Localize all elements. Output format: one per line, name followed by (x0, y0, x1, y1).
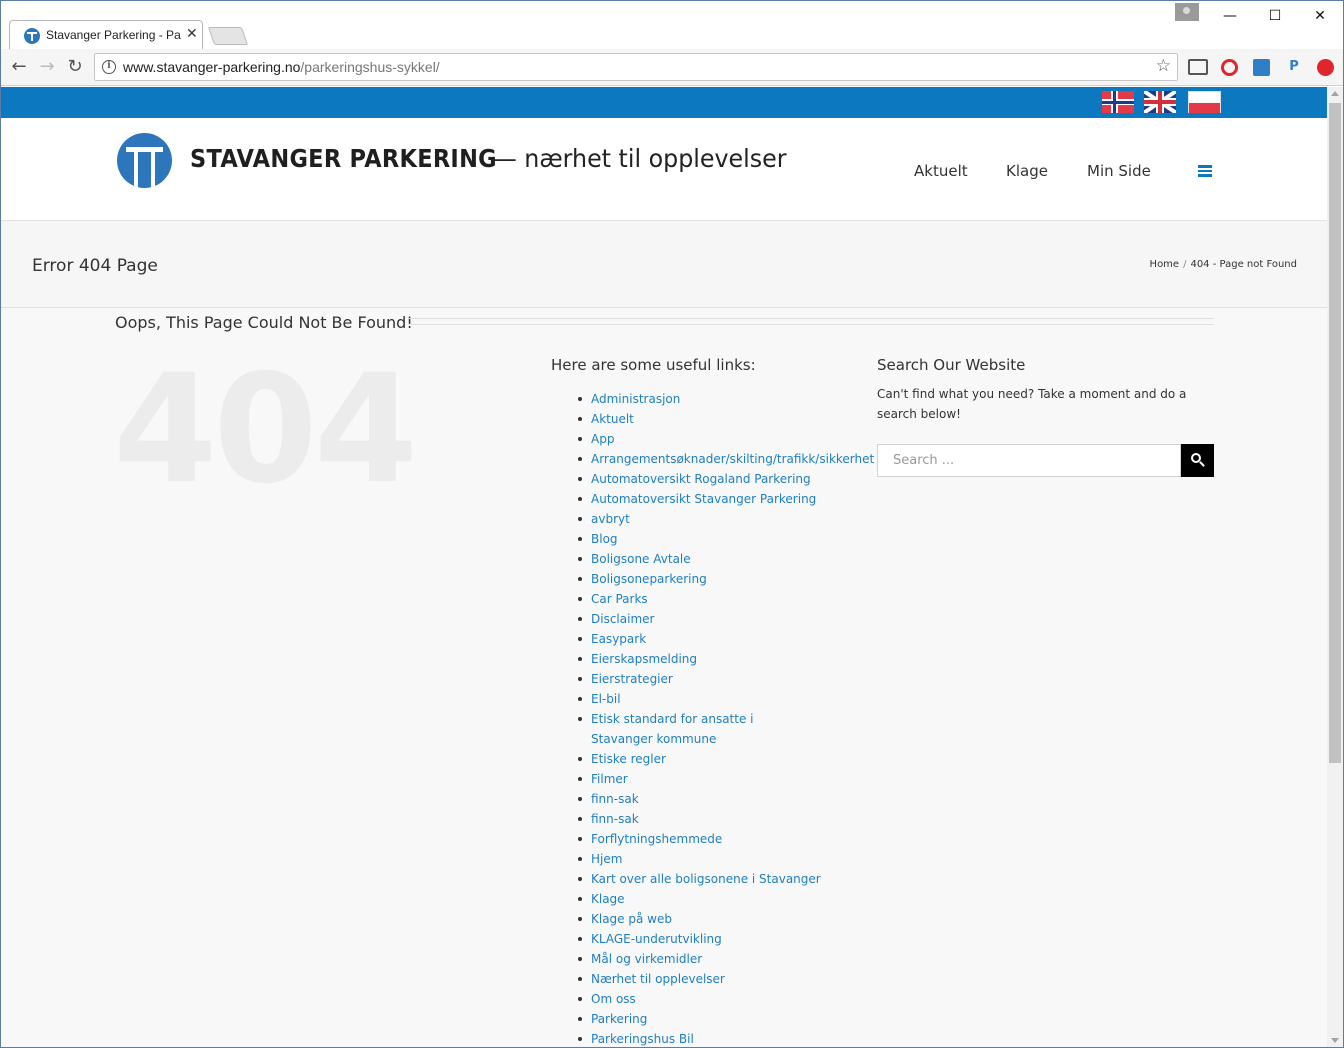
useful-link[interactable]: App (578, 429, 878, 449)
breadcrumb-separator: / (1183, 259, 1187, 270)
breadcrumb: Home/404 - Page not Found (1150, 259, 1297, 270)
browser-tab[interactable]: Stavanger Parkering - Pa ✕ (9, 20, 203, 49)
profile-icon[interactable] (1175, 3, 1199, 21)
scroll-up-arrow-icon[interactable] (1331, 91, 1339, 96)
useful-link[interactable]: Blog (578, 529, 878, 549)
useful-link[interactable]: Hjem (578, 849, 878, 869)
useful-link[interactable]: Filmer (578, 769, 878, 789)
useful-link[interactable]: Administrasjon (578, 389, 878, 409)
maximize-button[interactable]: ☐ (1252, 5, 1298, 27)
useful-link[interactable]: Automatoversikt Rogaland Parkering (578, 469, 878, 489)
main-content: Oops, This Page Could Not Be Found! 404 … (1, 308, 1327, 1047)
search-icon-handle (1199, 461, 1205, 467)
error-code-404: 404 (113, 343, 418, 517)
opera-extension-icon[interactable] (1221, 59, 1238, 76)
useful-link[interactable]: Car Parks (578, 589, 878, 609)
title-bar: Stavanger Parkering - Pa ✕ — ☐ ✕ (1, 1, 1343, 49)
useful-link[interactable]: Klage på web (578, 909, 878, 929)
nav-item-klage[interactable]: Klage (1006, 162, 1048, 180)
useful-link[interactable]: Boligsoneparkering (578, 569, 878, 589)
useful-link[interactable]: Eierstrategier (578, 669, 878, 689)
useful-link[interactable]: Forflytningshemmede (578, 829, 878, 849)
hamburger-menu-icon[interactable] (1198, 165, 1212, 177)
useful-links-list: Administrasjon Aktuelt App Arrangementsøkna… (578, 389, 878, 1047)
useful-link[interactable]: Arrangementsøknader/skilting/trafikk/sik… (578, 449, 874, 469)
close-window-button[interactable]: ✕ (1297, 5, 1343, 27)
bookmark-star-icon[interactable]: ☆ (1156, 56, 1171, 76)
useful-link[interactable]: El-bil (578, 689, 878, 709)
brand-name[interactable]: STAVANGER PARKERING (190, 144, 497, 173)
browser-window: Stavanger Parkering - Pa ✕ — ☐ ✕ ← → ↻ i… (0, 0, 1344, 1048)
search-button[interactable] (1181, 444, 1214, 477)
nav-item-aktuelt[interactable]: Aktuelt (914, 162, 968, 180)
page-scrollbar[interactable] (1327, 87, 1343, 1047)
norway-flag-icon[interactable] (1102, 91, 1134, 113)
useful-link[interactable]: Parkering (578, 1009, 878, 1029)
breadcrumb-current: 404 - Page not Found (1190, 259, 1297, 270)
top-language-bar (1, 87, 1327, 118)
page-viewport: STAVANGER PARKERING — nærhet til oppleve… (1, 87, 1327, 1047)
site-favicon-icon (24, 28, 40, 44)
tab-close-icon[interactable]: ✕ (186, 26, 198, 42)
nav-item-min-side[interactable]: Min Side (1087, 162, 1151, 180)
tab-title: Stavanger Parkering - Pa (46, 28, 181, 42)
back-button[interactable]: ← (8, 56, 30, 78)
site-info-icon[interactable]: i (102, 60, 116, 74)
heading-divider (409, 324, 1214, 325)
scroll-down-arrow-icon[interactable] (1331, 1038, 1339, 1043)
useful-link[interactable]: Etiske regler (578, 749, 878, 769)
search-description: Can't find what you need? Take a moment … (877, 387, 1187, 421)
browser-toolbar: ← → ↻ i www.stavanger-parkering.no/parke… (1, 49, 1343, 86)
brand-tagline: — nærhet til opplevelser (493, 144, 787, 173)
url-text[interactable]: www.stavanger-parkering.no/parkeringshus… (123, 59, 440, 75)
useful-link[interactable]: Etisk standard for ansatte i Stavanger k… (578, 709, 818, 749)
site-header: STAVANGER PARKERING — nærhet til oppleve… (1, 118, 1327, 221)
useful-link[interactable]: Parkeringshus Bil (578, 1029, 878, 1047)
useful-link[interactable]: Mål og virkemidler (578, 949, 878, 969)
uk-flag-icon[interactable] (1144, 91, 1176, 113)
address-bar[interactable]: i www.stavanger-parkering.no/parkeringsh… (94, 53, 1178, 81)
logo-icon[interactable] (117, 133, 172, 188)
minimize-button[interactable]: — (1207, 5, 1253, 27)
heading-divider (409, 318, 1214, 319)
search-field[interactable] (877, 444, 1181, 477)
useful-link[interactable]: Eierskapsmelding (578, 649, 878, 669)
p-extension-icon[interactable]: P (1285, 58, 1303, 76)
forward-button[interactable]: → (36, 56, 58, 78)
new-tab-button[interactable] (207, 27, 249, 45)
error-heading: Oops, This Page Could Not Be Found! (115, 313, 413, 332)
useful-link[interactable]: Automatoversikt Stavanger Parkering (578, 489, 878, 509)
useful-link[interactable]: Klage (578, 889, 878, 909)
url-path: /parkeringshus-sykkel/ (300, 59, 440, 75)
useful-link[interactable]: Kart over alle boligsonene i Stavanger (578, 869, 878, 889)
useful-link[interactable]: Aktuelt (578, 409, 878, 429)
useful-link[interactable]: finn-sak (578, 789, 878, 809)
useful-link[interactable]: Om oss (578, 989, 878, 1009)
upload-extension-icon[interactable] (1317, 59, 1334, 76)
page-title: Error 404 Page (32, 256, 158, 276)
search-input[interactable] (878, 445, 1180, 476)
poland-flag-icon[interactable] (1188, 91, 1221, 113)
useful-link[interactable]: finn-sak (578, 809, 878, 829)
useful-link[interactable]: Boligsone Avtale (578, 549, 878, 569)
url-host: www.stavanger-parkering.no (123, 59, 301, 75)
reload-button[interactable]: ↻ (64, 56, 86, 78)
cast-icon[interactable] (1188, 59, 1208, 75)
useful-link[interactable]: avbryt (578, 509, 878, 529)
breadcrumb-home[interactable]: Home (1150, 259, 1180, 270)
useful-link[interactable]: KLAGE-underutvikling (578, 929, 878, 949)
useful-links-heading: Here are some useful links: (551, 356, 756, 374)
screenshot-extension-icon[interactable] (1253, 59, 1270, 76)
page-title-bar: Error 404 Page Home/404 - Page not Found (1, 221, 1327, 308)
scrollbar-thumb[interactable] (1329, 103, 1341, 763)
search-heading: Search Our Website (877, 356, 1026, 374)
useful-link[interactable]: Disclaimer (578, 609, 878, 629)
useful-link[interactable]: Nærhet til opplevelser (578, 969, 878, 989)
useful-link[interactable]: Easypark (578, 629, 878, 649)
